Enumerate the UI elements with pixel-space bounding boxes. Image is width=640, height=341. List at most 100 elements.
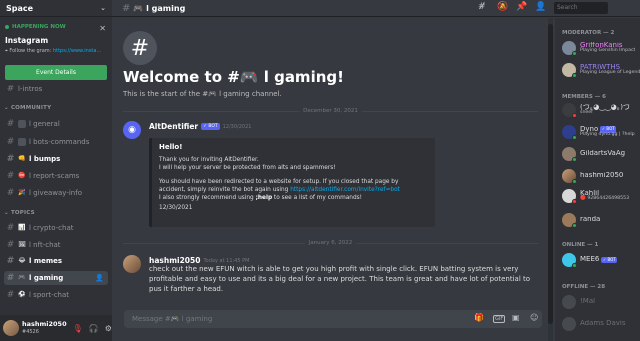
chat-area: # Welcome to #🎮 l gaming! This is the st… bbox=[112, 18, 548, 341]
channel-nft-chat[interactable]: # 🖼 l nft-chat bbox=[4, 238, 108, 252]
event-link[interactable]: https://www.insta... bbox=[53, 48, 101, 54]
message-time: 12/30/2021 bbox=[222, 123, 252, 130]
channel-report-scams[interactable]: # ⛔ l report-scams bbox=[4, 169, 108, 183]
headphones-icon[interactable]: 🎧 bbox=[89, 324, 99, 333]
message-body: check out the new EFUN witch is able to … bbox=[149, 265, 531, 293]
date-divider: December 30, 2021 bbox=[123, 108, 538, 114]
user-info[interactable]: hashmi2050 #4526 bbox=[22, 321, 67, 335]
event-title: Instagram bbox=[5, 36, 49, 45]
no-entry-icon: ⛔ bbox=[18, 172, 26, 179]
embed-title: Hello! bbox=[159, 143, 183, 151]
gamepad-icon: 🎮 bbox=[18, 274, 26, 281]
location-icon: ⌖ bbox=[5, 48, 8, 54]
channel-bumps[interactable]: # 👊 l bumps bbox=[4, 152, 108, 166]
channel-title: 🎮 l gaming bbox=[133, 3, 186, 13]
category-topics[interactable]: ⌄ TOPICS bbox=[4, 210, 35, 216]
channel-memes[interactable]: # 😂 l memes bbox=[4, 254, 108, 268]
avatar bbox=[562, 295, 576, 309]
message-input[interactable] bbox=[132, 315, 432, 323]
member-item[interactable]: Dyno ✓ BOT Playing dyno.gg | ?help bbox=[562, 124, 640, 140]
channel-gaming[interactable]: # 🎮 l gaming 👤 bbox=[4, 271, 108, 285]
pin-icon[interactable]: 📌 bbox=[516, 2, 527, 12]
bot-badge: ✓ BOT bbox=[201, 123, 220, 130]
server-header[interactable]: Space ⌄ bbox=[0, 0, 112, 17]
chat-scrollbar[interactable] bbox=[548, 18, 553, 341]
message-embed: Hello! Thank you for inviting AltDentifi… bbox=[149, 138, 435, 227]
gift-icon[interactable]: 🎁 bbox=[474, 313, 484, 322]
avatar bbox=[562, 103, 577, 118]
status-dnd-icon bbox=[572, 199, 577, 204]
member-list: MODERATOR — 2 GriffonKanis Playing Genshi… bbox=[555, 18, 640, 341]
channel-giveaway-info[interactable]: # 🎉 l giveaway-info bbox=[4, 186, 108, 200]
channel-general[interactable]: # l general bbox=[4, 117, 108, 131]
sticker-icon[interactable]: ▣ bbox=[512, 313, 520, 322]
live-dot-icon bbox=[5, 25, 9, 29]
status-online-icon bbox=[572, 223, 577, 228]
threads-icon[interactable]: #̸ bbox=[478, 2, 486, 12]
bot-avatar[interactable]: ◉ bbox=[123, 121, 141, 139]
speech-icon bbox=[18, 120, 26, 128]
member-item[interactable]: Adams Davis bbox=[562, 316, 640, 332]
server-name: Space bbox=[6, 3, 34, 13]
hash-icon: # bbox=[6, 273, 15, 283]
status-online-icon bbox=[572, 179, 577, 184]
user-tag: #4526 bbox=[22, 328, 39, 335]
channel-intros[interactable]: # l-intros bbox=[4, 85, 108, 93]
avatar bbox=[562, 63, 577, 78]
member-item[interactable]: GriffonKanis Playing Genshin Impact bbox=[562, 40, 640, 56]
close-icon[interactable]: ✕ bbox=[99, 24, 106, 33]
hash-icon: # bbox=[6, 188, 15, 198]
add-member-icon[interactable]: 👤 bbox=[95, 274, 104, 282]
chart-icon: 📊 bbox=[18, 224, 26, 231]
member-category: ONLINE — 1 bbox=[562, 242, 599, 248]
hash-icon: # bbox=[6, 256, 15, 266]
avatar bbox=[562, 169, 577, 184]
avatar[interactable] bbox=[3, 320, 19, 336]
chevron-down-icon: ⌄ bbox=[100, 4, 106, 12]
avatar bbox=[562, 253, 577, 268]
event-description: ⌖ Follow the gram: https://www.insta... bbox=[5, 48, 102, 54]
scrollbar-thumb[interactable] bbox=[548, 24, 553, 324]
user-panel: hashmi2050 #4526 🎙 🎧 ⚙ bbox=[0, 315, 112, 341]
emoji-icon[interactable]: ☺ bbox=[530, 313, 538, 322]
hash-icon: # bbox=[6, 240, 15, 250]
event-details-button[interactable]: Event Details bbox=[5, 65, 107, 80]
category-community[interactable]: ⌄ COMMUNITY bbox=[4, 105, 51, 111]
members-icon[interactable]: 👤 bbox=[535, 2, 546, 12]
laughing-icon: 😂 bbox=[18, 257, 26, 264]
mic-muted-icon[interactable]: 🎙 bbox=[73, 324, 83, 333]
search-input[interactable]: Search bbox=[554, 2, 608, 14]
member-item[interactable]: MEE6 ✓ BOT bbox=[562, 252, 640, 268]
gif-icon[interactable]: GIF bbox=[493, 315, 506, 323]
embed-link[interactable]: https://altdentifier.com/invite?ref=bot bbox=[290, 187, 400, 193]
ball-icon: ⚽ bbox=[18, 291, 26, 298]
channel-bots-commands[interactable]: # l bots-commands bbox=[4, 135, 108, 149]
status-online-icon bbox=[572, 51, 577, 56]
gear-icon[interactable]: ⚙ bbox=[105, 324, 112, 333]
bot-badge: ✓ BOT bbox=[601, 256, 618, 264]
member-item[interactable]: randa bbox=[562, 212, 640, 228]
party-icon: 🎉 bbox=[18, 189, 26, 196]
member-item[interactable]: (づ｡◕‿‿◕｡)づ sneef bbox=[562, 102, 640, 118]
picture-icon: 🖼 bbox=[18, 241, 26, 248]
avatar[interactable] bbox=[123, 255, 141, 273]
bell-muted-icon[interactable]: 🔕 bbox=[497, 2, 508, 12]
member-item[interactable]: hashmi2050 bbox=[562, 168, 640, 184]
status-online-icon bbox=[572, 73, 577, 78]
member-category: MEMBERS — 6 bbox=[562, 94, 607, 100]
member-item[interactable]: PATRIWTHS Playing League of Legends bbox=[562, 62, 640, 78]
status-dnd-icon bbox=[572, 113, 577, 118]
message-author[interactable]: AltDentifier bbox=[149, 122, 198, 131]
member-category: MODERATOR — 2 bbox=[562, 30, 615, 36]
channel-crypto-chat[interactable]: # 📊 l crypto-chat bbox=[4, 221, 108, 235]
hash-icon: # bbox=[6, 290, 15, 300]
embed-date: 12/30/2021 bbox=[159, 205, 193, 211]
hash-icon: # bbox=[6, 85, 15, 93]
member-item[interactable]: Kahlil 🔴 92864426498553 bbox=[562, 188, 640, 204]
avatar bbox=[562, 317, 576, 331]
date-divider: January 6, 2022 bbox=[123, 240, 538, 246]
member-item[interactable]: !Mal bbox=[562, 294, 640, 310]
member-item[interactable]: GildartsVaAg bbox=[562, 146, 640, 162]
channel-sport-chat[interactable]: # ⚽ l sport-chat bbox=[4, 288, 108, 302]
status-online-icon bbox=[572, 135, 577, 140]
